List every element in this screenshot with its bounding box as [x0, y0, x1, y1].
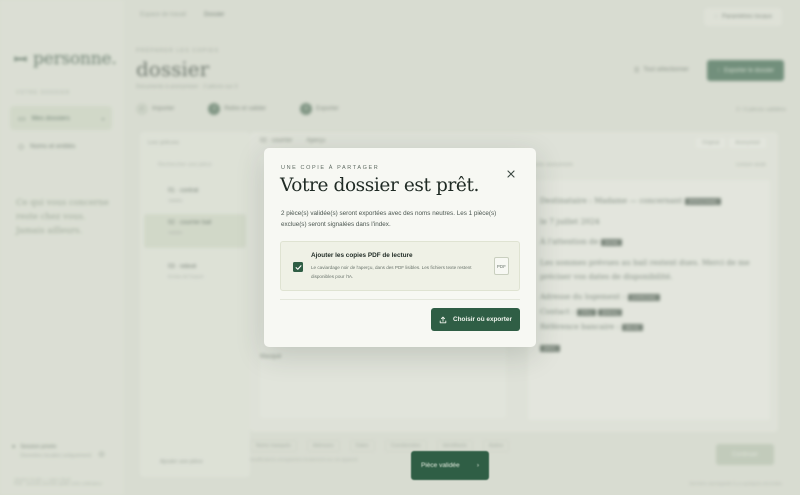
choose-export-location-button[interactable]: Choisir où exporter [431, 308, 520, 331]
option-description: Le caviardage noir de l'aperçu, dans des… [311, 265, 472, 279]
divider [280, 299, 520, 300]
dialog-title: Votre dossier est prêt. [280, 175, 479, 196]
toast-label: Pièce validée [421, 462, 460, 469]
dialog-eyebrow: Une copie à partager [281, 165, 380, 171]
option-title: Ajouter les copies PDF de lecture [311, 252, 413, 259]
close-icon[interactable] [504, 167, 518, 181]
toast-notification[interactable]: Pièce validée › [411, 451, 489, 480]
dialog-body: 2 pièce(s) validée(s) seront exportées a… [281, 210, 497, 228]
upload-icon [439, 316, 447, 323]
export-button-label: Choisir où exporter [453, 316, 512, 323]
check-icon [295, 264, 302, 270]
pdf-copies-checkbox[interactable] [293, 262, 303, 272]
pdf-file-icon: PDF [494, 257, 509, 275]
pdf-copies-option[interactable]: Ajouter les copies PDF de lecture Le cav… [280, 241, 520, 291]
export-ready-dialog: Une copie à partager Votre dossier est p… [264, 148, 536, 347]
chevron-right-icon: › [476, 462, 479, 469]
